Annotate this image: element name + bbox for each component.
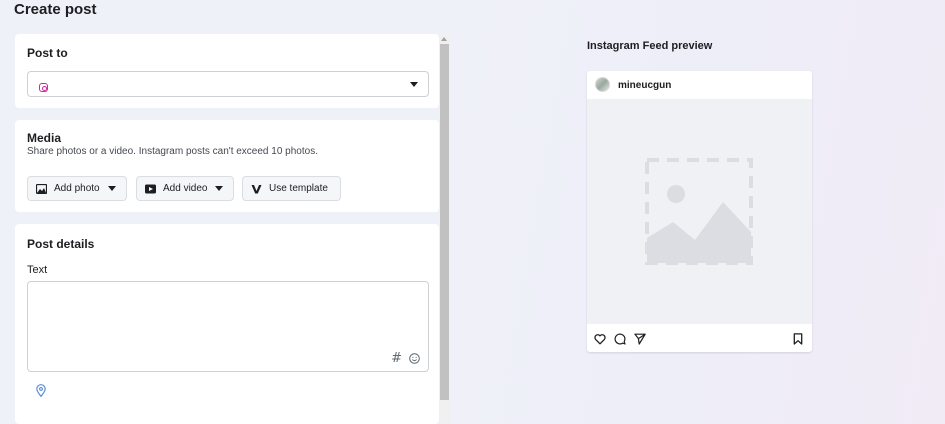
- left-panel-scrollbar[interactable]: [439, 34, 450, 424]
- heart-icon[interactable]: [594, 333, 606, 345]
- text-label: Text: [27, 264, 48, 276]
- post-to-section: Post to: [15, 34, 439, 108]
- instagram-feed-preview: mineucgun: [587, 71, 812, 352]
- emoji-icon[interactable]: [409, 353, 420, 364]
- media-title: Media: [27, 131, 62, 145]
- media-description: Share photos or a video. Instagram posts…: [27, 146, 318, 157]
- chevron-down-icon: [410, 82, 418, 87]
- instagram-icon: [39, 83, 48, 92]
- bookmark-icon[interactable]: [792, 333, 804, 345]
- image-placeholder-icon: [645, 158, 753, 265]
- media-section: Media Share photos or a video. Instagram…: [15, 120, 439, 212]
- photo-icon: [36, 183, 47, 194]
- post-details-title: Post details: [27, 237, 95, 251]
- chevron-down-icon: [107, 186, 116, 191]
- use-template-button[interactable]: Use template: [242, 176, 341, 201]
- scroll-up-icon[interactable]: [441, 37, 447, 41]
- preview-media-area: [587, 99, 812, 324]
- avatar: [595, 77, 610, 92]
- add-photo-label: Add photo: [54, 183, 100, 194]
- post-editor-panel: Post to Media Share photos or a video. I…: [15, 34, 439, 424]
- share-icon[interactable]: [634, 333, 646, 345]
- comment-icon[interactable]: [614, 333, 626, 345]
- preview-title: Instagram Feed preview: [587, 40, 713, 52]
- post-text-input[interactable]: #: [27, 281, 429, 372]
- hashtag-icon[interactable]: #: [391, 352, 402, 365]
- add-video-button[interactable]: Add video: [136, 176, 234, 201]
- template-icon: [251, 184, 262, 193]
- preview-username: mineucgun: [618, 80, 672, 91]
- chevron-down-icon: [215, 186, 224, 191]
- post-details-section: Post details Text #: [15, 224, 439, 424]
- video-icon: [145, 184, 156, 193]
- scrollbar-thumb[interactable]: [440, 44, 449, 400]
- add-photo-button[interactable]: Add photo: [27, 176, 127, 201]
- account-select[interactable]: [27, 71, 429, 97]
- post-to-title: Post to: [27, 46, 68, 60]
- location-pin-icon[interactable]: [36, 384, 46, 397]
- use-template-label: Use template: [269, 183, 328, 194]
- page-title: Create post: [14, 1, 97, 18]
- add-video-label: Add video: [163, 183, 208, 194]
